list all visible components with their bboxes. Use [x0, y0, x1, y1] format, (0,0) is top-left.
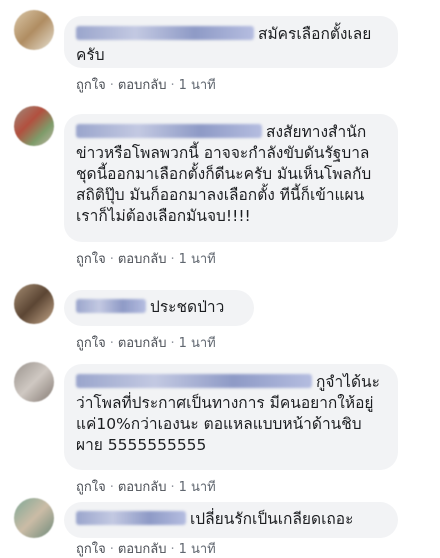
comment-bubble: กูจำได้นะว่าโพลที่ประกาศเป็นทางการ มีคนอ…: [64, 364, 398, 470]
commenter-name[interactable]: [76, 511, 186, 525]
separator-dot: ·: [170, 336, 175, 351]
comment-text: ประชดป่าว: [150, 298, 225, 316]
comment-bubble: สงสัยทางสำนักข่าวหรือโพลพวกนี้ อาจจะกำลั…: [64, 114, 398, 242]
comment-text: สงสัยทางสำนักข่าวหรือโพลพวกนี้ อาจจะกำลั…: [76, 123, 372, 225]
comment-bubble: เปลี่ยนรักเป็นเกลียดเถอะ: [64, 502, 398, 538]
avatar[interactable]: [14, 106, 54, 146]
comment-time[interactable]: 1 นาที: [179, 252, 216, 267]
separator-dot: ·: [170, 78, 175, 93]
avatar[interactable]: [14, 284, 54, 324]
comment-time[interactable]: 1 นาที: [179, 480, 216, 495]
like-button[interactable]: ถูกใจ: [76, 78, 106, 93]
like-button[interactable]: ถูกใจ: [76, 480, 106, 495]
reply-button[interactable]: ตอบกลับ: [118, 252, 167, 267]
commenter-name[interactable]: [76, 26, 254, 40]
separator-dot: ·: [109, 78, 114, 93]
commenter-name[interactable]: [76, 299, 146, 313]
like-button[interactable]: ถูกใจ: [76, 336, 106, 351]
avatar[interactable]: [14, 10, 54, 50]
comment-actions: ถูกใจ · ตอบกลับ · 1 นาที: [76, 480, 216, 496]
comment-time[interactable]: 1 นาที: [179, 78, 216, 93]
comment-actions: ถูกใจ · ตอบกลับ · 1 นาที: [76, 542, 216, 558]
avatar[interactable]: [14, 498, 54, 538]
separator-dot: ·: [109, 252, 114, 267]
separator-dot: ·: [109, 336, 114, 351]
comment-actions: ถูกใจ · ตอบกลับ · 1 นาที: [76, 336, 216, 352]
like-button[interactable]: ถูกใจ: [76, 252, 106, 267]
comment-actions: ถูกใจ · ตอบกลับ · 1 นาที: [76, 252, 216, 268]
comment-time[interactable]: 1 นาที: [179, 336, 216, 351]
commenter-name[interactable]: [76, 124, 262, 138]
reply-button[interactable]: ตอบกลับ: [118, 336, 167, 351]
avatar[interactable]: [14, 362, 54, 402]
separator-dot: ·: [170, 252, 175, 267]
comment-bubble: ประชดป่าว: [64, 290, 254, 326]
separator-dot: ·: [109, 480, 114, 495]
reply-button[interactable]: ตอบกลับ: [118, 480, 167, 495]
comment-bubble: สมัครเลือกตั้งเลยครับ: [64, 16, 398, 68]
comment-actions: ถูกใจ · ตอบกลับ · 1 นาที: [76, 78, 216, 94]
comment-text: เปลี่ยนรักเป็นเกลียดเถอะ: [190, 510, 354, 528]
reply-button[interactable]: ตอบกลับ: [118, 78, 167, 93]
separator-dot: ·: [170, 480, 175, 495]
commenter-name[interactable]: [76, 374, 312, 388]
